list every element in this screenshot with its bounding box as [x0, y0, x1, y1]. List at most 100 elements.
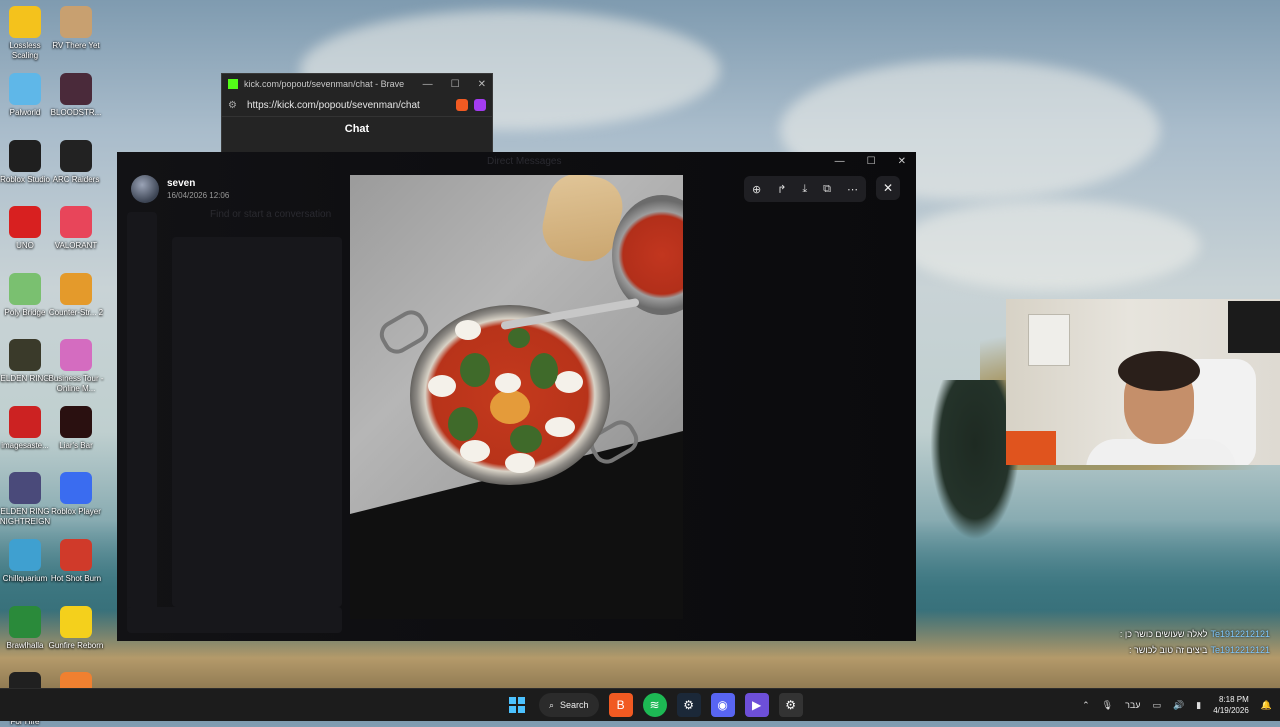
maximize-button[interactable]: ☐ — [451, 79, 460, 90]
address-bar[interactable]: ⚙ https://kick.com/popout/sevenman/chat — [222, 94, 492, 116]
sender-name[interactable]: seven — [167, 178, 229, 189]
desktop-icon[interactable]: UNO — [0, 206, 50, 251]
chat-message: : ביצים זה טוב לכושר Te1912212121 — [1010, 642, 1270, 658]
photo-feta — [428, 375, 456, 397]
brave-rewards-icon[interactable] — [474, 99, 486, 111]
discord-window: — ☐ ✕ Direct Messages Find or start a co… — [117, 152, 916, 641]
volume-icon[interactable]: 🔊 — [1173, 700, 1184, 711]
minimize-button[interactable]: — — [423, 79, 433, 90]
desktop-icon-label: BLOODSTR... — [50, 108, 102, 117]
open-in-browser-icon[interactable]: ⧉ — [823, 183, 831, 196]
desktop-icon-label: Counter-Str... 2 — [48, 308, 104, 317]
attachment-sender: seven 16/04/2026 12:06 — [131, 175, 229, 203]
language-indicator[interactable]: עבר — [1125, 700, 1140, 710]
download-icon[interactable]: ⤓ — [802, 183, 807, 196]
desktop-icon[interactable]: ELDEN RING NIGHTREIGN — [0, 472, 50, 527]
windows-logo-icon — [509, 697, 525, 713]
photo-feta — [460, 440, 490, 462]
close-button[interactable]: ✕ — [478, 79, 486, 90]
business-tour-icon — [60, 339, 92, 371]
notifications-icon[interactable]: 🔔 — [1261, 700, 1272, 711]
taskbar-apps: ⌕ Search B ≋ ⚙ ◉ ▶ ⚙ — [505, 689, 803, 721]
desktop-icon[interactable]: Lossless Scaling — [0, 6, 50, 61]
app-taskbar-icon[interactable]: ▶ — [744, 693, 769, 717]
image-viewer-toolbar: ⊕ ↱ ⤓ ⧉ ⋯ — [744, 176, 866, 202]
ghost-sidebar — [127, 212, 157, 632]
wallpaper-cloud — [900, 200, 1200, 290]
brave-taskbar-icon[interactable]: B — [608, 693, 633, 717]
shakshuka-photo[interactable] — [350, 175, 683, 619]
start-button[interactable] — [505, 693, 529, 717]
chat-message: : לאלה שעושים כושר כן Te1912212121 — [1010, 626, 1270, 642]
photo-pesto — [448, 407, 478, 441]
desktop-icon-label: Brawlhalla — [6, 641, 44, 650]
forward-icon[interactable]: ↱ — [777, 183, 786, 196]
avatar[interactable] — [131, 175, 159, 203]
desktop-icon[interactable]: Roblox Studio — [0, 140, 50, 185]
desktop-icon[interactable]: Liar's Bar — [51, 406, 101, 451]
zoom-icon[interactable]: ⊕ — [752, 183, 761, 196]
desktop-icon-label: Hot Shot Burn — [50, 574, 102, 583]
spotify-taskbar-icon[interactable]: ≋ — [642, 693, 667, 717]
valorant-icon — [60, 206, 92, 238]
elden-ring-icon — [9, 339, 41, 371]
desktop-icon-label: ARC Raiders — [52, 175, 100, 184]
taskbar-clock[interactable]: 8:18 PM 4/19/2026 — [1213, 694, 1249, 716]
nightreign-icon — [9, 472, 41, 504]
chat-message-text: : לאלה שעושים כושר כן — [1119, 629, 1208, 639]
microphone-icon[interactable]: 🎙 — [1102, 700, 1113, 711]
more-options-icon[interactable]: ⋯ — [847, 183, 858, 196]
desktop-icon[interactable]: imagesaste... — [0, 406, 50, 451]
system-tray: ⌃ 🎙 עבר ▭ 🔊 ▮ 8:18 PM 4/19/2026 🔔 — [1082, 689, 1272, 721]
address-url[interactable]: https://kick.com/popout/sevenman/chat — [247, 100, 420, 111]
clock-time: 8:18 PM — [1218, 695, 1249, 704]
desktop-icon[interactable]: ARC Raiders — [51, 140, 101, 185]
arc-raiders-icon — [60, 140, 92, 172]
desktop-icon[interactable]: Hot Shot Burn — [51, 539, 101, 584]
brave-shields-icon[interactable] — [456, 99, 468, 111]
brave-titlebar[interactable]: kick.com/popout/sevenman/chat - Brave — … — [222, 74, 492, 94]
webcam-tv — [1228, 301, 1280, 353]
discord-taskbar-icon[interactable]: ◉ — [710, 693, 735, 717]
network-icon[interactable]: ▭ — [1153, 700, 1162, 711]
desktop-icon[interactable]: Brawlhalla — [0, 606, 50, 651]
steam-taskbar-icon[interactable]: ⚙ — [676, 693, 701, 717]
desktop-icon-label: Gunfire Reborn — [48, 641, 104, 650]
desktop-icon[interactable]: BLOODSTR... — [51, 73, 101, 118]
discord-close-button[interactable]: ✕ — [898, 156, 906, 167]
desktop-icon-label: imagesaste... — [1, 441, 49, 450]
taskbar-search[interactable]: ⌕ Search — [539, 693, 599, 717]
desktop-icon[interactable]: Chillquarium — [0, 539, 50, 584]
desktop-icon[interactable]: Poly Bridge — [0, 273, 50, 318]
desktop-icon-label: Liar's Bar — [59, 441, 93, 450]
search-icon: ⌕ — [549, 699, 555, 710]
battery-icon[interactable]: ▮ — [1196, 700, 1201, 711]
roblox-icon — [60, 472, 92, 504]
desktop-icon-label: Business Tour - Online M... — [48, 374, 104, 393]
desktop-icon[interactable]: RV There Yet — [51, 6, 101, 51]
photo-pesto — [460, 353, 490, 387]
photo-pesto — [530, 353, 558, 389]
brawlhalla-icon — [9, 606, 41, 638]
pal-icon — [9, 73, 41, 105]
taskbar: ⌕ Search B ≋ ⚙ ◉ ▶ ⚙ ⌃ 🎙 עבר ▭ 🔊 ▮ 8:18 … — [0, 688, 1280, 721]
desktop-icon[interactable]: Counter-Str... 2 — [48, 273, 104, 318]
desktop-icon[interactable]: Palworld — [0, 73, 50, 118]
uno-icon — [9, 206, 41, 238]
settings-taskbar-icon[interactable]: ⚙ — [778, 693, 803, 717]
close-viewer-button[interactable]: ✕ — [876, 176, 900, 200]
discord-minimize-button[interactable]: — — [835, 156, 845, 167]
discord-maximize-button[interactable]: ☐ — [867, 156, 876, 167]
duck-icon — [9, 6, 41, 38]
webcam-feed — [1006, 299, 1280, 465]
desktop-icon[interactable]: Business Tour - Online M... — [48, 339, 104, 394]
desktop-icon[interactable]: ELDEN RING — [0, 339, 50, 384]
photo-egg-yolk — [490, 390, 530, 424]
desktop-icon[interactable]: Roblox Player — [51, 472, 101, 517]
chevron-up-icon[interactable]: ⌃ — [1082, 700, 1090, 711]
chat-message-text: : ביצים זה טוב לכושר — [1128, 645, 1208, 655]
desktop-icon-label: VALORANT — [54, 241, 98, 250]
desktop-icon[interactable]: Gunfire Reborn — [48, 606, 104, 651]
desktop-icon[interactable]: VALORANT — [51, 206, 101, 251]
site-settings-icon[interactable]: ⚙ — [228, 100, 237, 111]
